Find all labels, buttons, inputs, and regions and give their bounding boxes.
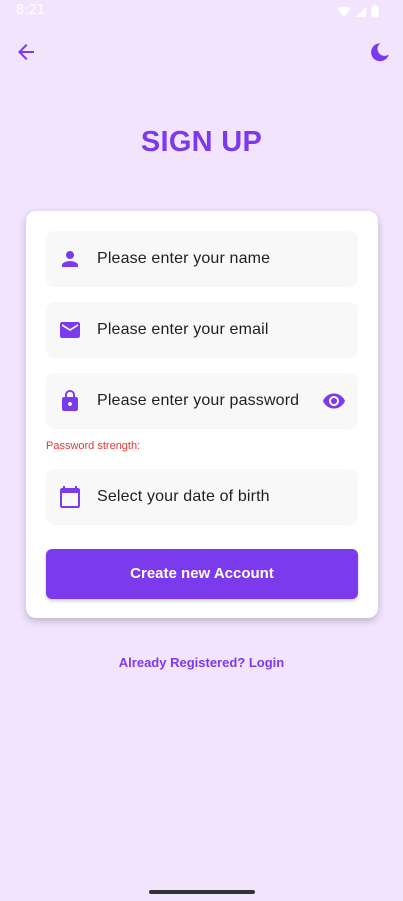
mail-icon [60, 322, 80, 338]
date-of-birth-placeholder: Select your date of birth [97, 488, 270, 505]
battery-icon [371, 5, 379, 18]
name-field-placeholder: Please enter your name [97, 250, 271, 267]
home-indicator[interactable] [149, 890, 255, 894]
status-time: 8:21 [16, 3, 46, 18]
wifi-icon [337, 6, 351, 17]
email-field-placeholder: Please enter your email [97, 321, 269, 338]
person-icon [62, 251, 78, 267]
page-title: SIGN UP [140, 126, 263, 158]
calendar-icon [60, 486, 80, 508]
app-bar [0, 30, 403, 74]
moon-icon [371, 43, 389, 62]
status-icons [337, 5, 379, 18]
date-of-birth-field[interactable]: Select your date of birth [46, 469, 358, 525]
login-link[interactable]: Already Registered? Login [0, 655, 403, 670]
cellular-signal-icon [356, 6, 366, 17]
back-button[interactable] [14, 40, 38, 64]
password-strength-label: Password strength: [46, 440, 141, 452]
visibility-eye-icon[interactable] [322, 389, 346, 413]
signup-form-card: Please enter your name Please enter your… [26, 211, 378, 618]
password-field-placeholder: Please enter your password [97, 392, 300, 409]
password-field[interactable]: Please enter your password [46, 373, 358, 429]
lock-icon [62, 390, 78, 411]
status-bar: 8:21 [0, 0, 403, 24]
email-field[interactable]: Please enter your email [46, 302, 358, 358]
arrow-left-icon [18, 44, 34, 60]
name-field[interactable]: Please enter your name [46, 231, 358, 287]
create-account-button[interactable]: Create new Account [46, 549, 358, 599]
theme-toggle-button[interactable] [368, 40, 392, 64]
